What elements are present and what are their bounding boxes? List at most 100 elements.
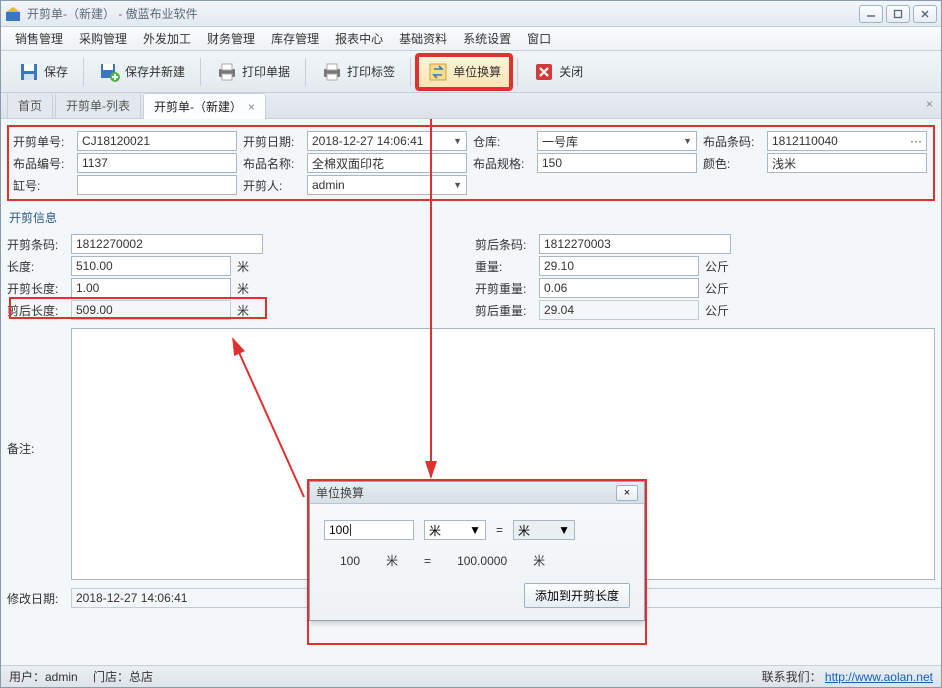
cut-weight-input[interactable]: 0.06: [539, 278, 699, 298]
cutter-label: 开剪人:: [243, 177, 301, 194]
unit-convert-button[interactable]: 单位换算: [417, 55, 511, 89]
gang-label: 缸号:: [13, 177, 71, 194]
cut-length-label: 开剪长度:: [7, 280, 65, 297]
mod-date-label: 修改日期:: [7, 590, 65, 607]
after-barcode-input[interactable]: 1812270003: [539, 234, 731, 254]
after-barcode-label: 剪后条码:: [475, 236, 533, 253]
result-eq: =: [424, 554, 431, 568]
convert-from-unit-select[interactable]: 米▼: [424, 520, 486, 540]
cut-weight-label: 开剪重量:: [475, 280, 533, 297]
after-weight-label: 剪后重量:: [475, 302, 533, 319]
date-label: 开剪日期:: [243, 133, 301, 150]
menubar: 销售管理 采购管理 外发加工 财务管理 库存管理 报表中心 基础资料 系统设置 …: [1, 27, 941, 51]
length-input[interactable]: 510.00: [71, 256, 231, 276]
cut-info-form: 开剪条码: 1812270002 剪后条码: 1812270003 长度: 51…: [7, 234, 935, 320]
label-icon: [321, 61, 343, 83]
menu-basedata[interactable]: 基础资料: [393, 28, 453, 49]
menu-window[interactable]: 窗口: [521, 28, 557, 49]
apply-to-cut-length-button[interactable]: 添加到开剪长度: [524, 583, 630, 608]
menu-reports[interactable]: 报表中心: [329, 28, 389, 49]
tabstrip-close-icon[interactable]: ×: [926, 97, 933, 111]
warehouse-select[interactable]: 一号库▼: [537, 131, 697, 151]
titlebar: 开剪单-（新建） - 傲蓝布业软件: [1, 1, 941, 27]
barcode-label: 布品条码:: [703, 133, 761, 150]
code-input[interactable]: 1137: [77, 153, 237, 173]
print-doc-label: 打印单据: [242, 63, 290, 80]
cut-barcode-input[interactable]: 1812270002: [71, 234, 263, 254]
after-length-input: 509.00: [71, 300, 231, 320]
print-label-button[interactable]: 打印标签: [312, 56, 404, 88]
result-to-unit: 米: [533, 552, 545, 569]
spec-label: 布品规格:: [473, 155, 531, 172]
menu-finance[interactable]: 财务管理: [201, 28, 261, 49]
print-doc-button[interactable]: 打印单据: [207, 56, 299, 88]
after-weight-unit: 公斤: [705, 302, 731, 319]
print-label-label: 打印标签: [347, 63, 395, 80]
unit-convert-dialog: 单位换算 × 100 米▼ = 米▼ 100 米 = 100.0000 米 添加…: [309, 481, 645, 621]
section-title: 开剪信息: [7, 207, 935, 228]
gang-input[interactable]: [77, 175, 237, 195]
close-doc-button[interactable]: 关闭: [524, 56, 592, 88]
unit-convert-label: 单位换算: [453, 63, 501, 80]
chevron-down-icon: ▼: [558, 523, 570, 537]
date-input[interactable]: 2018-12-27 14:06:41▼: [307, 131, 467, 151]
save-label: 保存: [44, 63, 68, 80]
ellipsis-icon[interactable]: ···: [910, 134, 922, 148]
spec-input[interactable]: 150: [537, 153, 697, 173]
name-label: 布品名称:: [243, 155, 301, 172]
save-button[interactable]: 保存: [9, 56, 77, 88]
tab-close-icon[interactable]: ×: [248, 100, 255, 114]
maximize-button[interactable]: [886, 5, 910, 23]
cut-length-input[interactable]: 1.00: [71, 278, 231, 298]
minimize-button[interactable]: [859, 5, 883, 23]
cut-weight-unit: 公斤: [705, 280, 731, 297]
weight-input[interactable]: 29.10: [539, 256, 699, 276]
menu-outsource[interactable]: 外发加工: [137, 28, 197, 49]
tabstrip: 首页 开剪单-列表 开剪单-（新建）× ×: [1, 93, 941, 119]
convert-to-unit-select[interactable]: 米▼: [513, 520, 575, 540]
chevron-down-icon: ▼: [453, 136, 462, 146]
save-new-icon: [99, 61, 121, 83]
status-store: 门店：总店: [93, 668, 153, 685]
color-input[interactable]: 浅米: [767, 153, 927, 173]
remarks-label: 备注:: [7, 328, 65, 457]
cut-length-unit: 米: [237, 280, 263, 297]
save-new-button[interactable]: 保存并新建: [90, 56, 194, 88]
statusbar: 用户：admin 门店：总店 联系我们： http://www.aolan.ne…: [1, 665, 941, 687]
dialog-close-button[interactable]: ×: [616, 485, 638, 501]
weight-label: 重量:: [475, 258, 533, 275]
window-title: 开剪单-（新建） - 傲蓝布业软件: [27, 5, 859, 22]
after-length-label: 剪后长度:: [7, 302, 65, 319]
close-button[interactable]: [913, 5, 937, 23]
tab-home[interactable]: 首页: [7, 92, 53, 118]
toolbar: 保存 保存并新建 打印单据 打印标签 单位换算 关闭: [1, 51, 941, 93]
menu-sales[interactable]: 销售管理: [9, 28, 69, 49]
length-unit: 米: [237, 258, 263, 275]
equals-sign: =: [496, 523, 503, 537]
menu-system[interactable]: 系统设置: [457, 28, 517, 49]
cutter-select[interactable]: admin▼: [307, 175, 467, 195]
after-weight-input: 29.04: [539, 300, 699, 320]
close-doc-label: 关闭: [559, 63, 583, 80]
name-input[interactable]: 全棉双面印花: [307, 153, 467, 173]
printer-icon: [216, 61, 238, 83]
menu-inventory[interactable]: 库存管理: [265, 28, 325, 49]
order-no-input[interactable]: CJ18120021: [77, 131, 237, 151]
chevron-down-icon: ▼: [469, 523, 481, 537]
status-user: 用户：admin: [9, 668, 78, 685]
code-label: 布品编号:: [13, 155, 71, 172]
barcode-input[interactable]: 1812110040···: [767, 131, 927, 151]
header-form-box: 开剪单号: CJ18120021 开剪日期: 2018-12-27 14:06:…: [7, 125, 935, 201]
convert-icon: [427, 61, 449, 83]
convert-value-input[interactable]: 100: [324, 520, 414, 540]
contact-link[interactable]: http://www.aolan.net: [825, 670, 933, 684]
length-label: 长度:: [7, 258, 65, 275]
result-from-unit: 米: [386, 552, 398, 569]
tab-list[interactable]: 开剪单-列表: [55, 92, 141, 118]
chevron-down-icon: ▼: [453, 180, 462, 190]
close-icon: [533, 61, 555, 83]
menu-purchase[interactable]: 采购管理: [73, 28, 133, 49]
result-output: 100.0000: [457, 554, 507, 568]
warehouse-label: 仓库:: [473, 133, 531, 150]
tab-new[interactable]: 开剪单-（新建）×: [143, 93, 266, 119]
